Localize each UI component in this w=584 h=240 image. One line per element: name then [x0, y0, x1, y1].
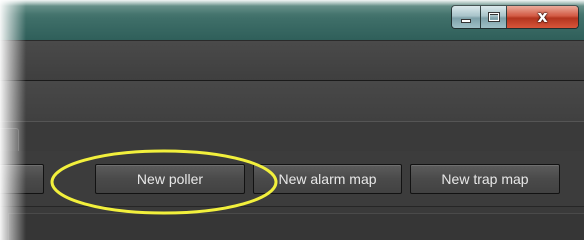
tab-strip [0, 121, 584, 153]
new-trap-map-label: New trap map [441, 171, 529, 187]
maximize-icon [487, 12, 500, 22]
menu-bar [0, 40, 584, 80]
title-bar: x [0, 0, 584, 40]
new-trap-map-button[interactable]: New trap map [410, 164, 560, 194]
window-controls: x [451, 5, 579, 29]
new-alarm-map-button[interactable]: New alarm map [253, 164, 402, 194]
content-inner-panel [8, 213, 584, 240]
maximize-button[interactable] [481, 6, 507, 28]
close-button[interactable]: x [507, 6, 578, 28]
new-poller-label: New poller [136, 171, 204, 187]
content-panel [0, 206, 584, 240]
new-alarm-map-label: New alarm map [278, 171, 377, 187]
app-window: x New poller New alarm map New trap map [0, 0, 584, 240]
close-icon: x [537, 7, 548, 26]
minimize-button[interactable] [452, 6, 481, 28]
toolbar-area [0, 81, 584, 121]
tab-partial[interactable] [0, 128, 19, 153]
new-poller-button[interactable]: New poller [95, 164, 245, 194]
partial-button[interactable] [0, 164, 44, 194]
button-bar: New poller New alarm map New trap map [0, 151, 584, 206]
minimize-icon [461, 19, 471, 23]
